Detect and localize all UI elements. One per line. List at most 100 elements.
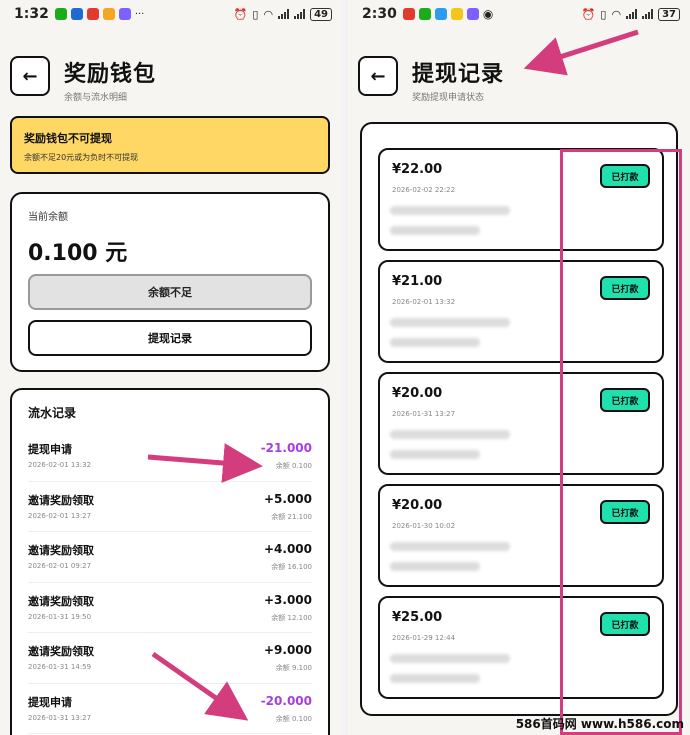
battery-icon: 49 xyxy=(310,7,332,21)
blurred-text xyxy=(390,674,480,683)
blurred-text xyxy=(390,654,510,663)
warning-desc: 余额不足20元或为负时不可提现 xyxy=(24,153,139,162)
blurred-text xyxy=(390,562,480,571)
vibrate-icon: ▯ xyxy=(600,7,607,21)
insufficient-balance-button[interactable]: 余额不足 xyxy=(28,274,312,310)
flow-date: 2026-02-01 09:27 xyxy=(28,562,92,570)
status-bar: 2:30 ◉ ⏰ ▯ ◠ 37 xyxy=(348,0,690,28)
app-icon xyxy=(86,8,99,20)
app-icon xyxy=(466,8,479,20)
app-icon xyxy=(402,8,415,20)
flow-date: 2026-01-31 13:27 xyxy=(28,713,92,722)
status-time: 1:32 xyxy=(14,6,49,22)
status-bar: 1:32 ··· ⏰ ▯ ◠ 49 xyxy=(0,0,342,28)
flow-row[interactable]: 邀请奖励领取 2026-01-31 14:59 +9.000 余额 9.100 xyxy=(28,633,312,684)
back-button[interactable]: ← xyxy=(10,56,50,96)
flow-date: 2026-01-31 14:59 xyxy=(28,663,92,671)
flow-card: 流水记录 提现申请 2026-02-01 13:32 -21.000 余额 0.… xyxy=(10,388,330,735)
record-amount: ¥21.00 xyxy=(392,274,443,289)
record-time: 2026-01-29 12:44 xyxy=(392,634,456,642)
flow-balance: 余额 9.100 xyxy=(275,664,312,672)
record-time: 2026-02-02 22:22 xyxy=(392,186,456,194)
page-subtitle: 奖励提现申请状态 xyxy=(412,93,485,103)
flow-row[interactable]: 提现申请 2026-02-01 13:32 -21.000 余额 0.100 xyxy=(28,431,312,482)
withdraw-warning: 奖励钱包不可提现 余额不足20元或为负时不可提现 xyxy=(10,116,330,174)
page-title: 奖励钱包 xyxy=(64,62,157,87)
flow-value: +9.000 xyxy=(263,643,312,657)
record-amount: ¥22.00 xyxy=(392,162,443,177)
flow-balance: 余额 12.100 xyxy=(271,613,312,622)
balance-label: 当前余额 xyxy=(28,212,68,223)
flow-name: 邀请奖励领取 xyxy=(28,493,94,507)
status-time: 2:30 xyxy=(362,6,397,22)
flow-name: 提现申请 xyxy=(28,443,72,456)
flow-value: +4.000 xyxy=(263,542,312,556)
flow-row[interactable]: 邀请奖励领取 2026-02-01 09:27 +4.000 余额 16.100 xyxy=(28,532,312,583)
wechat-icon xyxy=(54,8,67,20)
withdraw-record-button[interactable]: 提现记录 xyxy=(28,320,312,356)
record-amount: ¥20.00 xyxy=(392,386,443,401)
record-time: 2026-02-01 13:32 xyxy=(392,298,456,306)
blurred-text xyxy=(390,318,510,327)
blurred-text xyxy=(390,206,510,215)
wifi-icon: ◠ xyxy=(611,7,622,21)
watermark: 586首码网 www.h586.com xyxy=(515,717,684,731)
flow-value: +5.000 xyxy=(263,491,312,506)
record-amount: ¥25.00 xyxy=(392,610,443,625)
flow-balance: 余额 0.100 xyxy=(275,462,312,470)
page-subtitle: 余额与流水明细 xyxy=(64,93,128,103)
wechat-icon xyxy=(418,8,431,20)
flow-name: 邀请奖励领取 xyxy=(28,544,94,557)
page-title: 提现记录 xyxy=(412,62,505,87)
arrow-left-icon: ← xyxy=(370,65,386,87)
flow-balance: 余额 0.100 xyxy=(275,714,312,723)
flow-date: 2026-02-01 13:32 xyxy=(28,461,92,469)
blurred-text xyxy=(390,542,510,551)
page-header: ← 奖励钱包 余额与流水明细 xyxy=(10,56,332,104)
back-button[interactable]: ← xyxy=(358,56,398,96)
app-icon xyxy=(70,8,83,20)
flow-value: -21.000 xyxy=(260,441,312,455)
eye-icon: ◉ xyxy=(482,7,494,21)
app-icon xyxy=(102,8,115,20)
balance-card: 当前余额 0.100 元 余额不足 提现记录 xyxy=(10,192,330,372)
flow-value: -20.000 xyxy=(260,693,312,708)
signal-icon xyxy=(626,9,638,19)
flow-date: 2026-01-31 19:50 xyxy=(28,612,92,621)
blurred-text xyxy=(390,450,480,459)
flow-name: 邀请奖励领取 xyxy=(28,594,94,608)
alarm-icon: ⏰ xyxy=(581,7,596,21)
flow-row[interactable]: 邀请奖励领取 2026-02-01 13:27 +5.000 余额 21.100 xyxy=(28,482,312,532)
flow-balance: 余额 21.100 xyxy=(271,512,312,521)
flow-list: 提现申请 2026-02-01 13:32 -21.000 余额 0.100 邀… xyxy=(28,431,312,734)
signal-icon xyxy=(278,9,290,19)
blurred-text xyxy=(390,338,480,347)
mail-icon xyxy=(450,8,463,20)
flow-value: +3.000 xyxy=(263,592,312,607)
app-icon xyxy=(434,8,447,20)
blurred-text xyxy=(390,430,510,439)
app-icon xyxy=(118,8,131,20)
flow-name: 提现申请 xyxy=(28,695,72,709)
record-time: 2026-01-30 10:02 xyxy=(392,522,456,530)
wifi-icon: ◠ xyxy=(263,7,274,21)
vibrate-icon: ▯ xyxy=(252,7,259,21)
flow-balance: 余额 16.100 xyxy=(271,563,312,571)
more-icon: ··· xyxy=(134,8,145,20)
highlight-box xyxy=(560,149,682,735)
alarm-icon: ⏰ xyxy=(233,7,248,21)
flow-row[interactable]: 邀请奖励领取 2026-01-31 19:50 +3.000 余额 12.100 xyxy=(28,583,312,633)
flow-title: 流水记录 xyxy=(28,406,77,420)
blurred-text xyxy=(390,226,480,235)
signal-icon xyxy=(294,9,306,19)
signal-icon xyxy=(642,9,654,19)
record-time: 2026-01-31 13:27 xyxy=(392,410,456,418)
battery-icon: 37 xyxy=(658,7,680,21)
page-header: ← 提现记录 奖励提现申请状态 xyxy=(358,56,680,104)
wallet-screen: 1:32 ··· ⏰ ▯ ◠ 49 ← 奖励钱包 余额与流水明细 奖励钱包不可提… xyxy=(0,0,342,735)
flow-row[interactable]: 提现申请 2026-01-31 13:27 -20.000 余额 0.100 xyxy=(28,684,312,734)
record-amount: ¥20.00 xyxy=(392,498,443,513)
flow-name: 邀请奖励领取 xyxy=(28,645,94,658)
warning-title: 奖励钱包不可提现 xyxy=(24,132,112,145)
flow-date: 2026-02-01 13:27 xyxy=(28,511,92,520)
